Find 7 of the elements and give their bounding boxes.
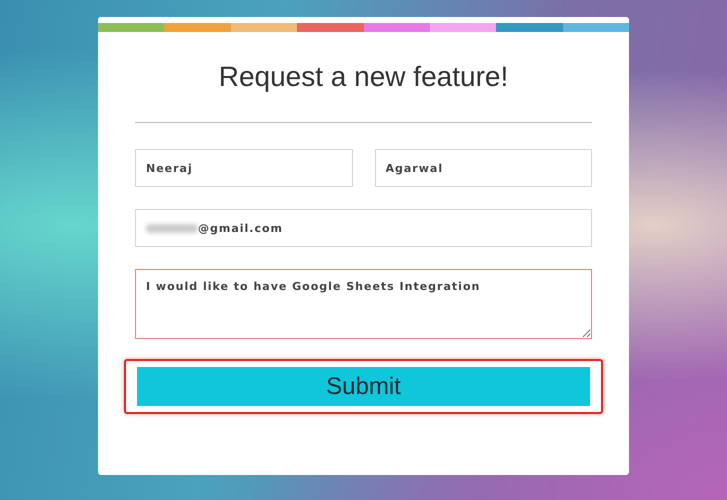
last-name-field[interactable]: Agarwal: [374, 149, 592, 187]
form-title: Request a new feature!: [218, 61, 510, 94]
first-name-field[interactable]: Neeraj: [135, 149, 352, 187]
email-field[interactable]: @gmail.com: [135, 209, 592, 247]
email-value: @gmail.com: [198, 222, 284, 234]
submit-button[interactable]: Submit: [137, 367, 590, 406]
message-field[interactable]: I would like to have Google Sheets Integration: [135, 269, 592, 339]
